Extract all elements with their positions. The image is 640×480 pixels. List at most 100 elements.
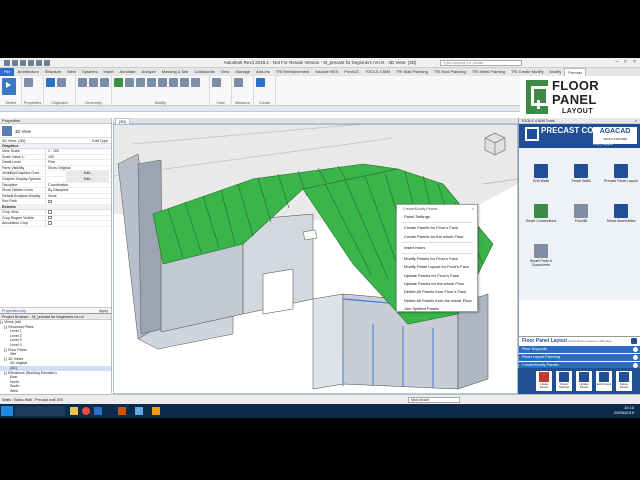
property-value[interactable]: By Discipline (46, 188, 111, 193)
ribbon-tab[interactable]: Steel (64, 68, 79, 76)
ribbon-tab[interactable]: PreciCE (341, 68, 362, 76)
type-selector[interactable]: 3D View (0, 124, 111, 138)
ribbon-tab[interactable]: Modify (546, 68, 564, 76)
help-support-links[interactable]: Help | Support (593, 142, 613, 146)
toolbar-button[interactable]: Panel Settings (556, 371, 572, 391)
property-row[interactable]: Annotation Crop (0, 221, 111, 227)
menu-item[interactable]: Delete All Panels from the whole Floor (397, 297, 477, 305)
ribbon-tab[interactable]: Naviate REX (312, 68, 341, 76)
ribbon-tab[interactable]: TRI Metal Framing (469, 68, 508, 76)
ribbon-group-create[interactable]: Create (254, 76, 276, 106)
ribbon-tab[interactable]: Architecture (14, 68, 41, 76)
taskbar-search[interactable] (15, 406, 65, 416)
ribbon-tabs[interactable]: File Architecture Structure Steel Systems Ins… (0, 68, 640, 76)
menu-item[interactable]: Create Panels for the whole Floor (397, 233, 477, 241)
menu-item[interactable]: Delete All Panels from Floor's Face (397, 288, 477, 296)
property-value[interactable]: 100 (46, 155, 111, 160)
property-value[interactable] (46, 199, 111, 204)
property-value[interactable]: None (46, 194, 111, 199)
property-value[interactable] (46, 221, 111, 226)
tool-smart-assemblies[interactable]: Smart Assemblies (603, 204, 639, 223)
tool-smart-connections[interactable]: Smart Connections (523, 204, 559, 223)
ribbon-group-geometry[interactable]: Geometry (76, 76, 112, 106)
edit-button[interactable]: Edit... (66, 176, 109, 182)
menu-item[interactable]: Join Splitted Panels (397, 305, 477, 313)
ribbon-tab[interactable]: View (218, 68, 233, 76)
ribbon-tab[interactable]: TRI Reinforcement (273, 68, 313, 76)
menu-item[interactable]: Modify Panels for Floor's Face (397, 255, 477, 263)
checkbox[interactable] (48, 215, 52, 220)
ribbon-group-select[interactable]: Select (0, 76, 22, 106)
floor-panel-title: Floor Panel Layout (522, 338, 568, 344)
menu-item[interactable]: Insert Holes (397, 244, 477, 252)
ribbon-tab[interactable]: Massing & Site (159, 68, 192, 76)
toolbar-button[interactable]: Update Panels (576, 371, 592, 391)
checkbox[interactable] (48, 221, 52, 225)
menu-item[interactable]: Update Panels for Floor's Face (397, 272, 477, 280)
tool-smart-parts-documents[interactable]: Smart Parts & Documents (523, 244, 559, 267)
property-value[interactable] (46, 215, 111, 221)
property-value[interactable]: Fine (46, 160, 111, 165)
ribbon-tab[interactable]: Collaborate (191, 68, 217, 76)
app-icon[interactable] (152, 407, 160, 415)
viewcube-icon[interactable] (480, 128, 510, 158)
ribbon-group-view[interactable]: View (210, 76, 232, 106)
property-value[interactable]: 1 : 100 (46, 149, 111, 154)
tool-floor-bi[interactable]: Floor/BI (563, 204, 599, 223)
edit-type-button[interactable]: Edit Type (92, 138, 108, 144)
chrome-icon[interactable] (82, 407, 90, 415)
menu-item[interactable]: Panel Settings (397, 213, 477, 221)
instance-filter[interactable]: 3D View: {3D} Edit Type (0, 138, 111, 144)
ribbon-group-measure[interactable]: Measure (232, 76, 254, 106)
modify-button[interactable] (2, 78, 16, 95)
ribbon-group-clipboard[interactable]: Clipboard (44, 76, 76, 106)
ribbon-group-modify[interactable]: Modify (112, 76, 210, 106)
window-controls[interactable]: – □ × (615, 59, 636, 65)
property-value[interactable]: Show Original (46, 166, 111, 171)
menu-item[interactable]: Update Panels for the whole Floor (397, 280, 477, 288)
ribbon-tab[interactable]: TOOLS 4 BIM (362, 68, 393, 76)
file-explorer-icon[interactable] (70, 407, 78, 415)
toolbar-button[interactable]: Delete Panels (616, 371, 632, 391)
ribbon-group-properties[interactable]: Properties (22, 76, 44, 106)
help-icon[interactable] (631, 338, 637, 344)
project-tree[interactable]: [-] Views (all) [-] Structural Plans Lev… (0, 320, 111, 404)
ribbon-tab[interactable]: Precast (564, 68, 586, 76)
edit-button[interactable]: Edit... (66, 171, 109, 176)
search-input[interactable]: Type a keyword or phrase (440, 60, 522, 66)
chevron-down-icon[interactable] (633, 355, 638, 360)
checkbox[interactable] (48, 199, 52, 204)
ribbon-tab[interactable]: Annotate (117, 68, 139, 76)
ribbon-group-label: Clipboard (51, 101, 68, 105)
ribbon-tab[interactable]: Structure (42, 68, 64, 76)
ribbon-tab[interactable]: TRI Create Modify (508, 68, 546, 76)
ribbon-tab[interactable]: TRI Mod Planning (431, 68, 469, 76)
close-icon[interactable]: × (472, 205, 474, 213)
windows-start-icon[interactable] (1, 406, 13, 416)
property-value[interactable] (46, 210, 111, 215)
property-name: Detail Level (0, 160, 46, 165)
toolbar-button[interactable]: Create Panels (536, 371, 552, 391)
menu-item[interactable]: Create Panels for Floor's Face (397, 224, 477, 232)
ribbon-tab[interactable]: Analyze (139, 68, 159, 76)
ribbon-tab[interactable]: File (0, 68, 15, 76)
ribbon-tab[interactable]: Add-Ins (253, 68, 273, 76)
model-selector[interactable]: Main Model (408, 397, 460, 403)
checkbox[interactable] (48, 210, 52, 214)
ribbon-tab[interactable]: Systems (79, 68, 100, 76)
toolbar-button[interactable]: Edit Panels (596, 371, 612, 391)
powerpoint-icon[interactable] (118, 407, 126, 415)
app-icon[interactable] (135, 407, 143, 415)
ribbon-tab[interactable]: TRI Wall Planning (393, 68, 431, 76)
tool-smart-walls[interactable]: Smart Walls (563, 164, 599, 183)
tool-grid-walls[interactable]: Grid Walls (523, 164, 559, 183)
revit-icon[interactable] (94, 407, 102, 415)
ribbon-tab[interactable]: Insert (101, 68, 117, 76)
property-value[interactable]: Coordination (46, 183, 111, 188)
section-header[interactable]: Panel Layout Planning (519, 354, 640, 361)
ribbon-tab[interactable]: Manage (233, 68, 253, 76)
chevron-down-icon[interactable] (633, 347, 638, 352)
section-header[interactable]: Floor Supports (519, 346, 640, 353)
tool-precast-panel-layout[interactable]: Precast Panel Layout (603, 164, 639, 183)
menu-item[interactable]: Modify Panel Layout for Floor's Face (397, 263, 477, 271)
